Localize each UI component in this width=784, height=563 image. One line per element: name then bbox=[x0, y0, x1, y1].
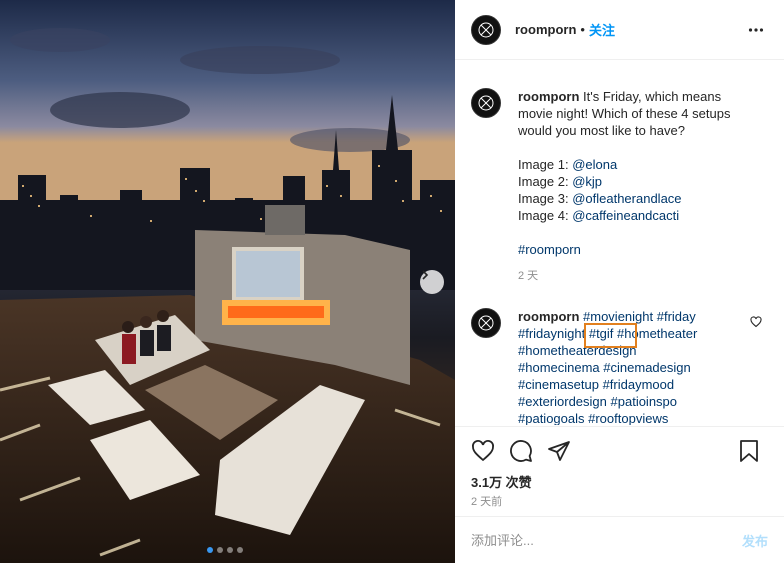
comment-username[interactable]: roomporn bbox=[518, 309, 579, 324]
caption-text-line: It's Friday, which means bbox=[583, 89, 722, 104]
hashtag-link[interactable]: #patiogoals bbox=[518, 411, 585, 425]
image-credit: Image 4: @caffeineandcacti bbox=[518, 208, 680, 223]
hashtag-link[interactable]: #tgif bbox=[589, 326, 614, 341]
caption-username[interactable]: roomporn bbox=[518, 89, 579, 104]
carousel-dot-4 bbox=[237, 547, 243, 553]
caption-body: roomporn It's Friday, which means movie … bbox=[518, 88, 748, 285]
hashtag-link[interactable]: #patioinspo bbox=[611, 394, 678, 409]
post-photo[interactable] bbox=[0, 0, 455, 563]
comment-like-heart-icon[interactable] bbox=[750, 316, 762, 328]
more-options-icon[interactable] bbox=[748, 22, 764, 38]
rooftop-scene-image bbox=[0, 0, 455, 563]
add-comment-bar: 发布 bbox=[455, 516, 784, 563]
share-send-icon[interactable] bbox=[547, 439, 571, 463]
mention-link[interactable]: @elona bbox=[572, 157, 617, 172]
hashtag-link[interactable]: #roomporn bbox=[518, 241, 748, 258]
mention-link[interactable]: @caffeineandcacti bbox=[572, 208, 679, 223]
like-heart-icon[interactable] bbox=[471, 439, 495, 463]
hashtag-link[interactable]: #homecinema bbox=[518, 360, 600, 375]
hashtag-link[interactable]: #hometheaterdesign bbox=[518, 343, 637, 358]
caption-text-line: movie night! Which of these 4 setups bbox=[518, 106, 731, 121]
carousel-dot-2 bbox=[217, 547, 223, 553]
post-actions: 3.1万 次赞 2 天前 bbox=[455, 426, 784, 516]
comment-bubble-icon[interactable] bbox=[509, 439, 533, 463]
add-comment-input[interactable] bbox=[471, 532, 742, 548]
bookmark-save-icon[interactable] bbox=[738, 439, 760, 463]
roomporn-logo-icon bbox=[478, 22, 494, 37]
post-side-panel: roomporn • 关注 roomporn It's Friday, whic… bbox=[455, 0, 784, 563]
image-credit: Image 1: @elona bbox=[518, 157, 618, 172]
chevron-right-icon bbox=[422, 270, 429, 280]
header-separator: • bbox=[580, 22, 585, 37]
hashtag-link[interactable]: #rooftopviews bbox=[588, 411, 668, 425]
post-comment-button[interactable]: 发布 bbox=[742, 531, 768, 550]
roomporn-logo-icon bbox=[478, 95, 494, 111]
image-credit: Image 3: @ofleatherandlace bbox=[518, 191, 682, 206]
hashtag-link[interactable]: #friday bbox=[657, 309, 696, 324]
avatar[interactable] bbox=[471, 88, 501, 118]
hashtag-link[interactable]: #exteriordesign bbox=[518, 394, 607, 409]
comments-list[interactable]: roomporn It's Friday, which means movie … bbox=[455, 70, 784, 425]
carousel-next-button[interactable] bbox=[420, 270, 444, 294]
post-username[interactable]: roomporn bbox=[515, 22, 576, 37]
caption-text-line: would you most like to have? bbox=[518, 123, 685, 138]
hashtag-link[interactable]: #fridaynight bbox=[518, 326, 585, 341]
comment-body: roomporn #movienight #friday #fridaynigh… bbox=[518, 308, 748, 425]
avatar[interactable] bbox=[471, 308, 501, 338]
caption-timestamp[interactable]: 2 天 bbox=[518, 268, 748, 285]
carousel-indicator bbox=[207, 547, 243, 553]
hashtag-link[interactable]: #movienight bbox=[583, 309, 653, 324]
mention-link[interactable]: @ofleatherandlace bbox=[572, 191, 681, 206]
roomporn-logo-icon bbox=[478, 315, 494, 331]
hashtag-link[interactable]: #cinemasetup bbox=[518, 377, 599, 392]
mention-link[interactable]: @kjp bbox=[572, 174, 602, 189]
post-date[interactable]: 2 天前 bbox=[471, 493, 502, 509]
carousel-dot-1 bbox=[207, 547, 213, 553]
carousel-dot-3 bbox=[227, 547, 233, 553]
post-header: roomporn • 关注 bbox=[455, 0, 784, 60]
like-count[interactable]: 3.1万 次赞 bbox=[471, 472, 532, 491]
hashtag-link[interactable]: #fridaymood bbox=[603, 377, 675, 392]
hashtag-link[interactable]: #cinemadesign bbox=[603, 360, 690, 375]
follow-button[interactable]: 关注 bbox=[589, 20, 615, 39]
image-credit: Image 2: @kjp bbox=[518, 174, 603, 189]
avatar[interactable] bbox=[471, 14, 501, 45]
hashtag-link[interactable]: #hometheater bbox=[617, 326, 697, 341]
